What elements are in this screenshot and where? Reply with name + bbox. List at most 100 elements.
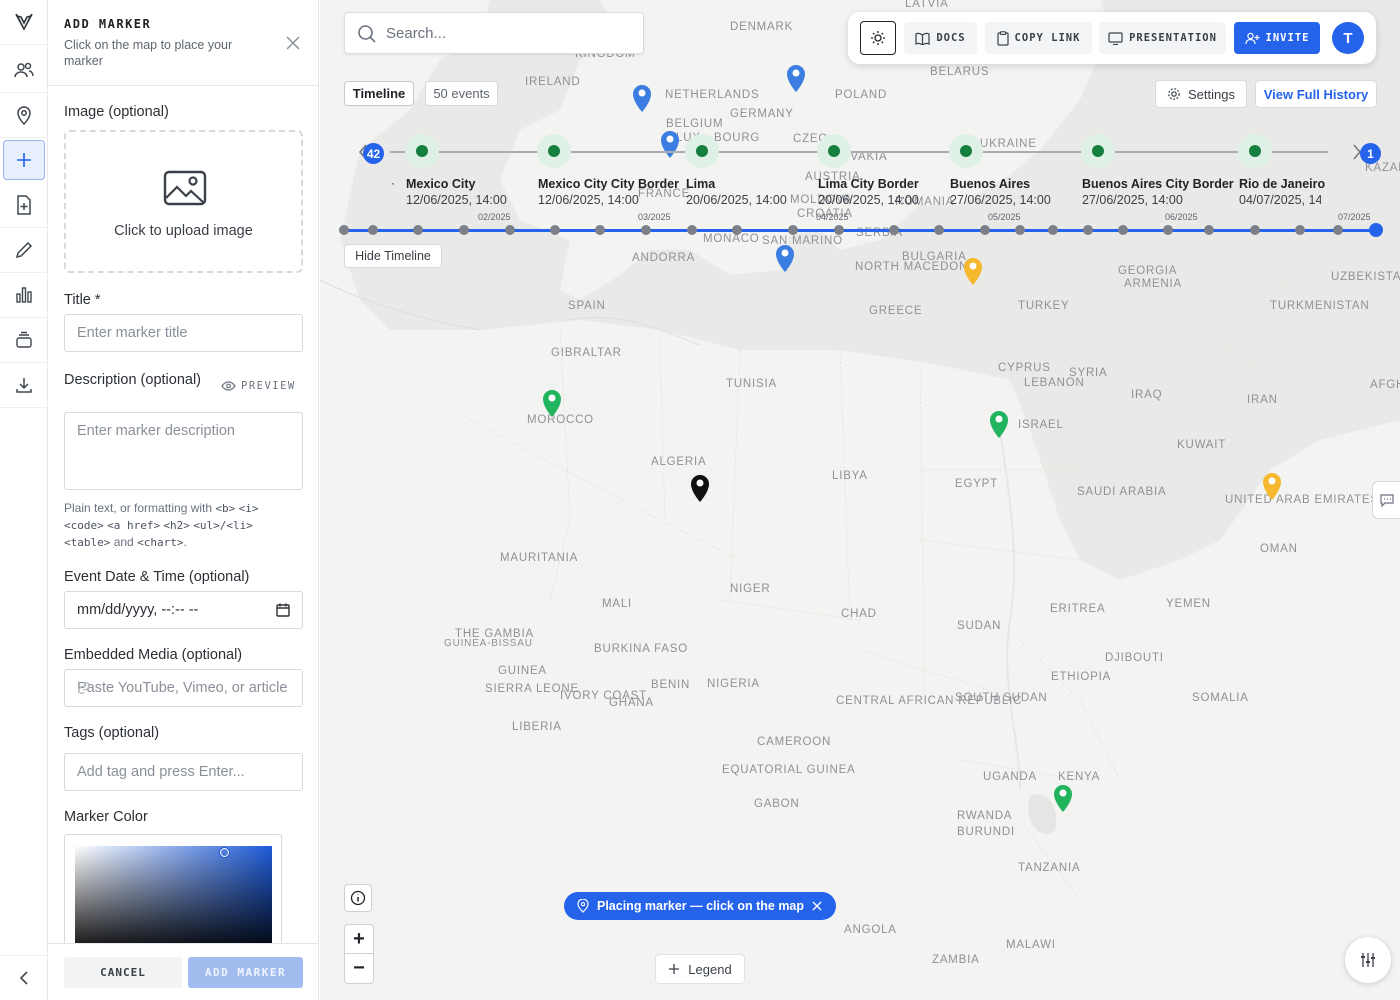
timeline-event-marker[interactable]: [537, 134, 571, 168]
timeline-dot[interactable]: [687, 225, 697, 235]
timeline-event-name[interactable]: Buenos Aires City Border: [1082, 177, 1234, 191]
timeline-event-marker[interactable]: [817, 134, 851, 168]
timeline-dot[interactable]: [595, 225, 605, 235]
add-document-icon[interactable]: [0, 183, 48, 228]
map-pin-green[interactable]: [541, 386, 563, 418]
timeline-dot[interactable]: [641, 225, 651, 235]
hide-timeline-button[interactable]: Hide Timeline: [344, 244, 442, 268]
timeline-scrubber-handle[interactable]: [1369, 223, 1383, 237]
timeline-dot[interactable]: [1048, 225, 1058, 235]
search-box[interactable]: Search...: [344, 12, 644, 54]
color-picker[interactable]: [64, 834, 282, 954]
filters-button[interactable]: [1345, 937, 1391, 983]
timeline-dot[interactable]: [1163, 225, 1173, 235]
close-icon[interactable]: [812, 901, 822, 911]
timeline-dot[interactable]: [1250, 225, 1260, 235]
timeline-dot[interactable]: [1083, 225, 1093, 235]
collapse-chevron-icon[interactable]: [0, 955, 48, 1000]
map-pin-yellow[interactable]: [1261, 469, 1283, 501]
media-input[interactable]: Paste YouTube, Vimeo, or article: [64, 669, 303, 707]
timeline-dot[interactable]: [934, 225, 944, 235]
timeline-dot[interactable]: [1204, 225, 1214, 235]
map-label: EQUATORIAL GUINEA: [722, 764, 856, 776]
description-textarea[interactable]: Enter marker description: [64, 412, 303, 490]
zoom-out-button[interactable]: −: [345, 954, 373, 983]
map-canvas[interactable]: LATVIA DENMARK BELARUS KINGDOM IRELAND N…: [320, 0, 1400, 1000]
cancel-button[interactable]: CANCEL: [64, 957, 182, 988]
timeline-dot[interactable]: [889, 225, 899, 235]
settings-button[interactable]: Settings: [1155, 80, 1247, 108]
title-input[interactable]: Enter marker title: [64, 314, 303, 352]
calendar-icon[interactable]: [276, 603, 290, 617]
timeline-dot[interactable]: [834, 225, 844, 235]
timeline-dot[interactable]: [980, 225, 990, 235]
location-pin-icon[interactable]: [0, 93, 48, 138]
invite-button[interactable]: INVITE: [1234, 22, 1320, 54]
docs-button[interactable]: DOCS: [904, 22, 977, 54]
timeline-event-name[interactable]: Lima City Border: [818, 177, 919, 191]
copy-link-label: COPY LINK: [1014, 32, 1081, 44]
timeline-dot[interactable]: [1118, 225, 1128, 235]
map-pin-blue[interactable]: [774, 241, 796, 273]
download-icon[interactable]: [0, 363, 48, 408]
avatar[interactable]: T: [1332, 22, 1364, 54]
timeline-left-count[interactable]: 42: [363, 143, 384, 164]
add-icon[interactable]: [3, 140, 45, 180]
date-input[interactable]: mm/dd/yyyy, --:-- --: [64, 591, 303, 629]
pencil-icon[interactable]: [0, 228, 48, 273]
map-pin-green[interactable]: [988, 407, 1010, 439]
zoom-in-button[interactable]: +: [345, 925, 373, 954]
timeline-right-count[interactable]: 1: [1360, 143, 1381, 164]
copy-link-button[interactable]: COPY LINK: [985, 22, 1092, 54]
timeline-event-marker[interactable]: [685, 134, 719, 168]
timeline-dot[interactable]: [368, 225, 378, 235]
timeline-dot[interactable]: [413, 225, 423, 235]
timeline-dot[interactable]: [1333, 225, 1343, 235]
timeline-event-marker[interactable]: [949, 134, 983, 168]
timeline-dot[interactable]: [550, 225, 560, 235]
timeline-dot[interactable]: [505, 225, 515, 235]
timeline-dot[interactable]: [459, 225, 469, 235]
timeline-event-marker[interactable]: [1081, 134, 1115, 168]
preview-toggle[interactable]: PREVIEW: [221, 380, 296, 392]
timeline-scrubber[interactable]: [344, 229, 1376, 232]
timeline-event-marker[interactable]: [405, 134, 439, 168]
timeline-dot[interactable]: [1295, 225, 1305, 235]
color-handle[interactable]: [220, 848, 229, 857]
map-pin-blue[interactable]: [785, 61, 807, 93]
map-pin-yellow[interactable]: [962, 254, 984, 286]
legend-button[interactable]: Legend: [655, 954, 745, 984]
logo-icon[interactable]: [0, 0, 48, 45]
color-gradient[interactable]: [75, 846, 272, 953]
timeline-dot[interactable]: [732, 225, 742, 235]
add-marker-button[interactable]: ADD MARKER: [188, 957, 303, 988]
map-label: DJIBOUTI: [1105, 652, 1164, 664]
presentation-button[interactable]: PRESENTATION: [1099, 22, 1226, 54]
timeline-dot[interactable]: [1015, 225, 1025, 235]
timeline-dot[interactable]: [339, 225, 349, 235]
timeline-event-name[interactable]: Mexico City City Border: [538, 177, 679, 191]
image-upload-area[interactable]: Click to upload image: [64, 130, 303, 273]
theme-toggle[interactable]: [860, 21, 896, 55]
timeline-event-name[interactable]: Lima: [686, 177, 715, 191]
map-pin-blue[interactable]: [631, 81, 653, 113]
search-input[interactable]: Search...: [386, 25, 446, 42]
map-pin-black[interactable]: [689, 471, 711, 503]
close-icon[interactable]: [284, 34, 302, 52]
view-full-history-button[interactable]: View Full History: [1255, 80, 1377, 108]
map-pin-green[interactable]: [1052, 781, 1074, 813]
timeline-event-name[interactable]: Mexico City: [406, 177, 475, 191]
timeline-tab[interactable]: Timeline: [344, 81, 414, 106]
map-label: SIERRA LEONE: [485, 683, 579, 695]
clipboard-icon: [996, 30, 1009, 46]
timeline-dot[interactable]: [788, 225, 798, 235]
tags-input[interactable]: Add tag and press Enter...: [64, 753, 303, 791]
info-button[interactable]: [344, 884, 372, 912]
layers-icon[interactable]: [0, 318, 48, 363]
timeline-event-name[interactable]: Buenos Aires: [950, 177, 1030, 191]
timeline-event-marker[interactable]: [1238, 134, 1272, 168]
users-icon[interactable]: [0, 48, 48, 93]
bar-chart-icon[interactable]: [0, 273, 48, 318]
comments-tab[interactable]: [1372, 481, 1400, 519]
timeline-event-name[interactable]: Rio de Janeiro: [1239, 177, 1325, 191]
